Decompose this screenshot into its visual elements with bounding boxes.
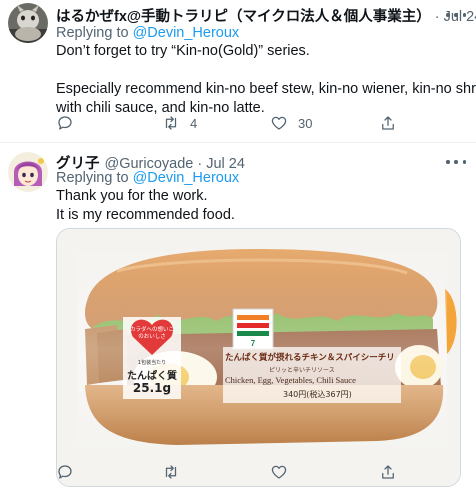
tweet-photo[interactable]: 7 カラダへの想いこのおいしさ 1包装当たり たんぱく質 25.1g たんぱく質…: [56, 228, 461, 487]
share-icon: [382, 465, 394, 479]
package-title: たんぱく質が摂れるチキン＆スパイシーチリ: [225, 353, 395, 363]
reply-button[interactable]: [56, 114, 74, 132]
display-name[interactable]: はるかぜfx@手動トラリピ（マイクロ法人＆個人事業主）: [56, 5, 431, 26]
replying-prefix: Replying to: [56, 25, 133, 41]
tweet[interactable]: グリ子 @Guricoyade · Jul 24 Replying to @De…: [0, 143, 476, 497]
retweet-icon: [165, 465, 177, 479]
replying-to: Replying to @Devin_Heroux: [56, 170, 239, 186]
tweet-text-line: with chili sauce, and kin-no latte.: [56, 100, 265, 116]
share-button[interactable]: [379, 463, 397, 481]
reply-button[interactable]: [56, 463, 74, 481]
retweet-button[interactable]: [162, 463, 190, 481]
package-subtitle: ピリッと辛いチリソース: [269, 367, 335, 374]
more-options-icon[interactable]: [446, 154, 466, 170]
tweet-text-line: [56, 61, 476, 80]
avatar[interactable]: [8, 3, 48, 43]
retweet-icon: [165, 116, 177, 130]
tweet-text-line: Thank you for the work.: [56, 188, 208, 204]
package-english: Chicken, Egg, Vegetables, Chili Sauce: [225, 375, 356, 385]
tweet[interactable]: はるかぜfx@手動トラリピ（マイクロ法人＆個人事業主） · Jul 24 Rep…: [0, 0, 476, 143]
retweet-count: 4: [190, 115, 198, 131]
tweet-text-line: It is my recommended food.: [56, 207, 235, 223]
reply-target-link[interactable]: @Devin_Heroux: [133, 25, 240, 41]
svg-text:7: 7: [251, 339, 256, 348]
share-icon: [382, 116, 394, 130]
like-button[interactable]: 30: [270, 114, 312, 132]
protein-value: 25.1g: [132, 381, 172, 395]
tweet-text-line: Don’t forget to try “Kin-no(Gold)” serie…: [56, 43, 310, 59]
badge-top-text: カラダへの想いこのおいしさ: [129, 327, 174, 340]
like-count: 30: [298, 115, 313, 131]
replying-to: Replying to @Devin_Heroux: [56, 25, 239, 41]
replying-prefix: Replying to: [56, 170, 133, 186]
heart-icon: [271, 465, 287, 479]
reply-target-link[interactable]: @Devin_Heroux: [133, 170, 240, 186]
reply-icon: [58, 116, 72, 130]
package-price: 340円(税込367円): [283, 390, 352, 399]
badge-small-text: 1包装当たり: [137, 360, 167, 366]
tweet-text-line: Especially recommend kin-no beef stew, k…: [56, 81, 476, 97]
retweet-button[interactable]: 4: [162, 114, 197, 132]
reply-icon: [58, 465, 72, 479]
like-button[interactable]: [270, 463, 298, 481]
heart-icon: [271, 116, 287, 130]
protein-label: たんぱく質: [127, 371, 177, 382]
tweet-text: Don’t forget to try “Kin-no(Gold)” serie…: [56, 42, 476, 118]
tweet-text: Thank you for the work. It is my recomme…: [56, 187, 235, 225]
avatar[interactable]: [8, 152, 48, 192]
share-button[interactable]: [379, 114, 397, 132]
more-options-icon[interactable]: [446, 7, 466, 23]
